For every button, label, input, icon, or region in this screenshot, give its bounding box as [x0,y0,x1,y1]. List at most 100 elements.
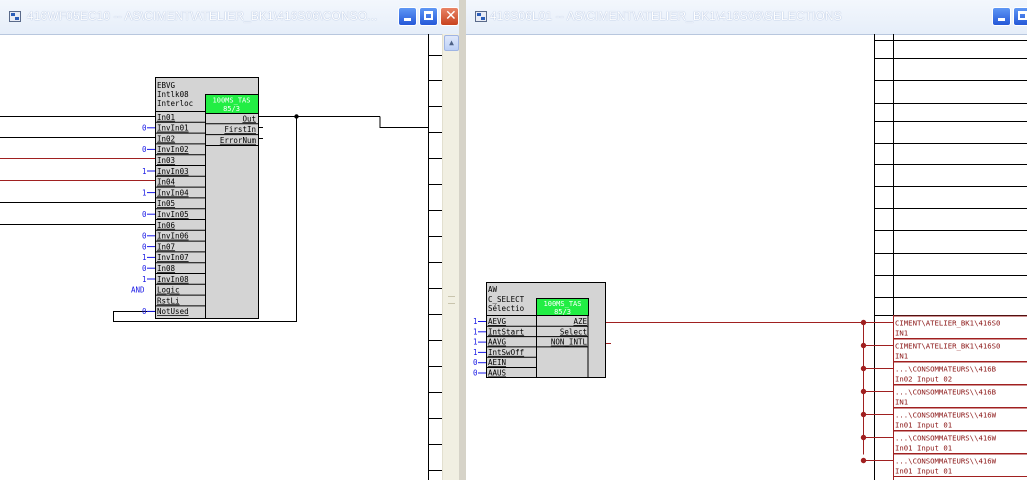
bus-junction [860,457,867,464]
input-constant[interactable]: 1 [473,338,478,347]
minimize-icon [404,18,411,21]
input-pin-label: In01 [157,113,175,122]
task-order: 85/3 [554,308,571,316]
output-pin-label: Out [242,114,256,123]
output-pin-label: AZE [573,317,587,326]
ebvg-function-block[interactable]: EBVG Intlk08 Interloc 100MS_TAS 85/3 In0… [131,77,259,319]
input-pin-label: In02 [157,134,175,143]
input-constant[interactable]: 0 [142,232,147,241]
input-pin-label: InvIn01 [157,124,189,133]
scroll-grip-icon[interactable] [448,296,455,304]
reference-pin[interactable]: In01 Input 01 [895,444,952,453]
input-constant[interactable]: 0 [142,210,147,219]
block-comment: Sélectio [488,304,525,313]
reference-pin[interactable]: In02 Input 02 [895,375,952,384]
close-button[interactable]: ✕ [440,7,459,26]
input-pin-label: InvIn04 [157,188,189,197]
reference-pin[interactable]: In01 Input 01 [895,421,952,430]
input-constant[interactable]: 0 [142,145,147,154]
right-window-title: 416S06L01 -- AS\CIMENT\ATELIER_BK1\416S0… [490,9,842,23]
right-diagram-canvas: CIMENT\ATELIER_BK1\416S0IN1CIMENT\ATELIE… [473,34,1027,480]
input-pin-label: NotUsed [157,307,189,316]
input-constant[interactable]: 0 [473,369,478,378]
bus-junction [860,411,867,418]
maximize-button[interactable] [419,7,438,26]
input-constant[interactable]: 0 [142,124,147,133]
reference-path[interactable]: ...\CONSOMMATEURS\\416B [895,388,997,397]
input-constant[interactable]: 0 [142,307,147,316]
minimize-button[interactable] [398,7,417,26]
input-pin-label: InvIn02 [157,145,189,154]
input-pin-label: IntSwOff [488,348,524,357]
input-constant[interactable]: 0 [142,264,147,273]
task-order: 85/3 [223,105,240,113]
block-comment: Interloc [157,99,193,108]
left-window-title: 416WF05EC10 -- AS\CIMENT\ATELIER_BK1\416… [27,9,378,23]
minimize-button[interactable] [992,7,1011,26]
right-output-wires [605,319,893,464]
input-constant[interactable]: 1 [473,348,478,357]
input-constant[interactable]: AND [131,286,145,295]
block-name: Intlk08 [157,90,189,99]
input-constant[interactable]: 0 [142,242,147,251]
input-constant[interactable]: 1 [142,188,147,197]
reference-path[interactable]: ...\CONSOMMATEURS\\416W [895,457,997,466]
left-input-wires [0,116,155,225]
reference-path[interactable]: ...\CONSOMMATEURS\\416B [895,365,997,374]
aw-function-block[interactable]: AW C_SELECT Sélectio 100MS_TAS 85/3 AEVG… [473,282,606,378]
input-pin-label: InvIn05 [157,210,189,219]
reference-pin[interactable]: IN1 [895,398,908,407]
left-vertical-scrollbar[interactable]: ▲ [442,34,460,480]
output-pin-label: Select [560,327,587,336]
maximize-button[interactable] [1013,7,1027,26]
input-pin-label: AEIN [488,358,506,367]
block-type: AW [488,285,498,294]
maximize-icon [1018,11,1027,20]
input-constant[interactable]: 1 [473,317,478,326]
input-pin-label: AEVG [488,317,507,326]
input-pin-label: RstLi [157,296,180,305]
output-pin-label: FirstIn [224,125,256,134]
input-constant[interactable]: 1 [473,327,478,336]
wire-junction [294,114,299,119]
output-pin-label: ErrorNum [220,136,257,145]
input-pin-label: Logic [157,286,180,295]
reference-path[interactable]: CIMENT\ATELIER_BK1\416S0 [895,319,1000,328]
input-pin-label: InvIn06 [157,232,189,241]
input-pin-label: InvIn08 [157,275,189,284]
input-pin-label: In07 [157,242,175,251]
bus-junction [860,434,867,441]
input-pin-label: In05 [157,199,175,208]
bus-junction [860,342,867,349]
input-pin-label: AAVG [488,338,507,347]
input-pin-label: In06 [157,221,176,230]
reference-pin[interactable]: IN1 [895,329,908,338]
window-app-icon[interactable] [475,11,487,22]
left-window: 416WF05EC10 -- AS\CIMENT\ATELIER_BK1\416… [0,0,466,480]
reference-path[interactable]: ...\CONSOMMATEURS\\416W [895,434,997,443]
reference-pin[interactable]: IN1 [895,352,908,361]
input-pin-label: InvIn03 [157,167,189,176]
reference-path[interactable]: CIMENT\ATELIER_BK1\416S0 [895,342,1000,351]
left-window-titlebar[interactable]: 416WF05EC10 -- AS\CIMENT\ATELIER_BK1\416… [0,0,466,35]
input-constant[interactable]: 1 [142,167,147,176]
left-diagram-canvas: EBVG Intlk08 Interloc 100MS_TAS 85/3 In0… [0,34,442,480]
reference-pin[interactable]: In01 Input 01 [895,467,952,476]
right-window: 416S06L01 -- AS\CIMENT\ATELIER_BK1\416S0… [466,0,1027,480]
task-name: 100MS_TAS [213,97,251,105]
scroll-up-icon[interactable]: ▲ [444,35,459,51]
input-pin-label: IntStart [488,327,524,336]
block-name: C_SELECT [488,295,525,304]
input-constant[interactable]: 1 [142,253,147,262]
block-type: EBVG [157,81,176,90]
output-pin-label: NON_INTL [551,338,588,347]
task-name: 100MS_TAS [544,300,582,308]
bus-junction [860,388,867,395]
input-constant[interactable]: 1 [142,275,147,284]
left-margin-grid [428,34,442,480]
window-app-icon[interactable] [9,11,21,22]
close-icon: ✕ [445,8,457,24]
right-window-titlebar[interactable]: 416S06L01 -- AS\CIMENT\ATELIER_BK1\416S0… [466,0,1027,35]
input-constant[interactable]: 0 [473,358,478,367]
reference-path[interactable]: ...\CONSOMMATEURS\\416W [895,411,997,420]
